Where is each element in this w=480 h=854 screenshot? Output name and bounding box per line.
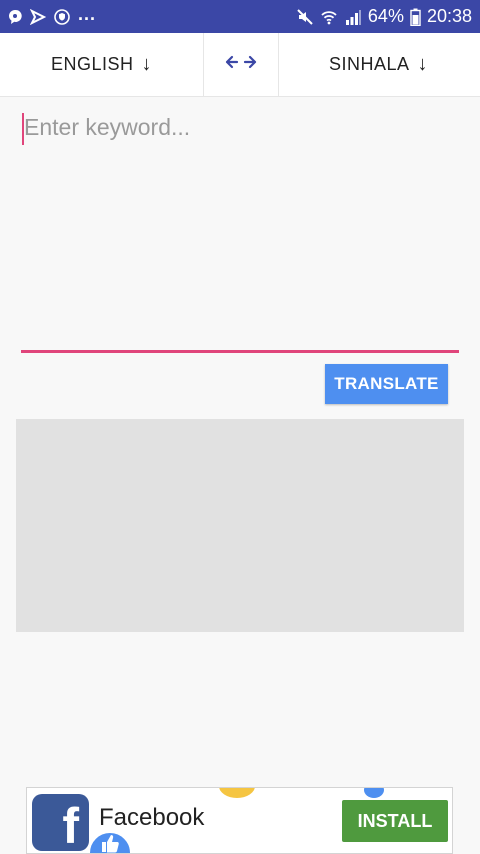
battery-percent: 64% — [367, 6, 404, 26]
target-language-label: SINHALA — [328, 54, 410, 74]
mute-icon — [296, 8, 314, 26]
wifi-icon — [320, 8, 338, 26]
overflow-indicator: ... — [78, 4, 97, 24]
text-cursor — [22, 113, 24, 145]
swap-languages-button[interactable] — [203, 33, 279, 96]
target-language-selector[interactable]: SINHALA ↓ — [277, 33, 480, 96]
arrow-send-icon — [30, 8, 46, 25]
language-bar: ENGLISH ↓ SINHALA ↓ — [0, 33, 480, 97]
chevron-down-icon: ↓ — [417, 53, 429, 75]
thumbs-up-icon — [87, 830, 133, 853]
chevron-down-icon: ↓ — [141, 53, 153, 75]
ad-decoration — [219, 788, 255, 798]
notification-icons: ... — [8, 0, 96, 33]
ad-banner[interactable]: f Facebook INSTALL — [26, 787, 453, 854]
translate-button[interactable]: TRANSLATE — [325, 364, 448, 404]
install-button[interactable]: INSTALL — [342, 800, 448, 842]
ad-decoration — [364, 788, 384, 798]
facebook-logo-icon: f — [32, 794, 89, 851]
source-language-label: ENGLISH — [50, 54, 134, 74]
swap-arrows-icon — [225, 54, 257, 75]
signal-icon — [344, 8, 362, 26]
keyword-input[interactable] — [20, 110, 458, 346]
chat-icon — [8, 9, 22, 25]
clock: 20:38 — [426, 6, 472, 26]
ad-app-name: Facebook — [99, 804, 205, 831]
status-bar: ... 64% 20:38 — [0, 0, 480, 33]
translation-output — [16, 419, 464, 632]
source-language-selector[interactable]: ENGLISH ↓ — [0, 33, 203, 96]
shield-icon — [54, 8, 70, 25]
keyword-input-container — [20, 110, 458, 352]
battery-icon — [410, 8, 421, 26]
system-icons: 64% 20:38 — [296, 0, 472, 33]
input-underline — [21, 350, 459, 353]
